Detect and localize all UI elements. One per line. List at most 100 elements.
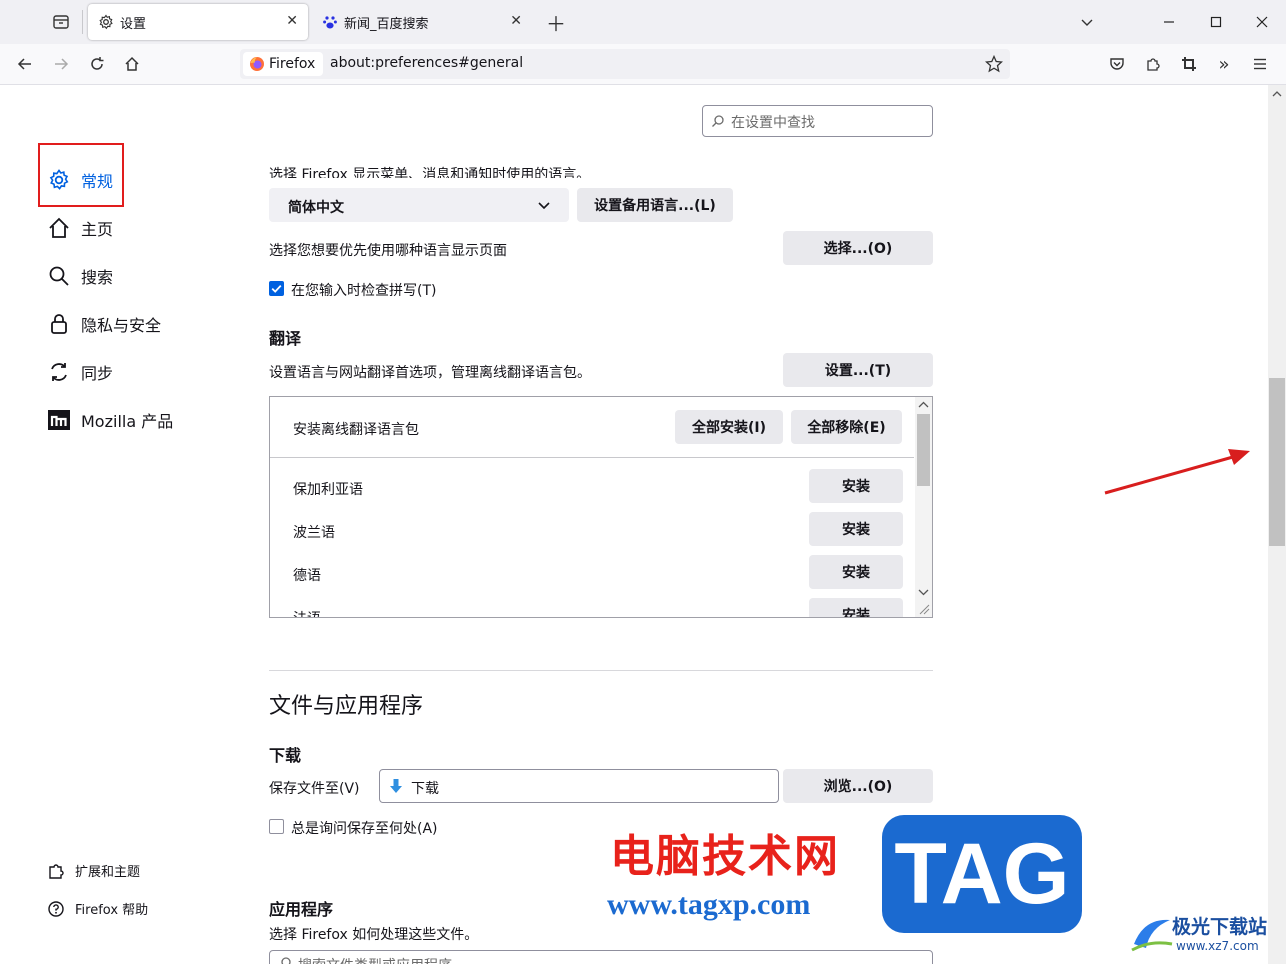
puzzle-icon [49, 863, 64, 879]
category-privacy[interactable]: 隐私与安全 [47, 312, 161, 336]
always-ask-checkbox[interactable] [269, 819, 284, 834]
page-scrollbar[interactable] [1268, 85, 1286, 964]
browse-button[interactable]: 浏览...(O) [783, 769, 933, 803]
identity-label: Firefox [269, 56, 316, 72]
app-menu-hamburger-icon[interactable] [1248, 52, 1272, 76]
remove-all-button[interactable]: 全部移除(E) [791, 410, 902, 444]
maximize-icon[interactable] [1204, 10, 1228, 34]
watermark-site-url: www.xz7.com [1176, 939, 1259, 953]
translate-heading: 翻译 [269, 329, 302, 348]
download-folder-value: 下载 [411, 781, 439, 797]
mozilla-m-icon [48, 410, 70, 430]
applications-search-clip: 搜索文件类型或应用程序 [269, 950, 933, 964]
minimize-icon[interactable] [1157, 10, 1181, 34]
list-item: 法语 安装 [270, 596, 914, 617]
identity-box[interactable]: Firefox [243, 52, 324, 76]
language-select-value: 简体中文 [288, 200, 344, 216]
settings-search-input[interactable]: 在设置中查找 [702, 105, 933, 137]
language-desc-clip: 选择 Firefox 显示菜单、消息和通知时使用的语言。 [269, 160, 933, 178]
overflow-chevrons-icon[interactable]: » [1212, 52, 1236, 76]
bookmark-star-icon[interactable] [982, 52, 1006, 76]
download-arrow-icon [390, 779, 402, 793]
watermark-site-name: 极光下载站 [1172, 916, 1268, 938]
close-tab-icon[interactable]: ✕ [510, 13, 522, 29]
search-icon [49, 266, 69, 286]
firefox-view-icon[interactable] [49, 10, 73, 34]
install-language-button[interactable]: 安装 [809, 555, 903, 589]
category-label: 隐私与安全 [81, 316, 162, 335]
tab-strip: 设置 ✕ 新闻_百度搜索 ✕ ＋ [0, 0, 1286, 44]
spellcheck-label: 在您输入时检查拼写(T) [291, 283, 437, 299]
scroll-up-icon[interactable] [915, 398, 932, 412]
search-icon [712, 115, 724, 127]
url-bar[interactable]: Firefox about:preferences#general [240, 49, 1010, 79]
search-icon [281, 957, 291, 964]
download-folder-field[interactable]: 下载 [379, 769, 779, 803]
footer-label: 扩展和主题 [75, 865, 141, 880]
language-name: 德语 [293, 568, 321, 584]
language-name: 保加利亚语 [293, 482, 363, 498]
list-item: 保加利亚语 安装 [270, 467, 914, 503]
forward-arrow-icon[interactable] [49, 52, 73, 76]
install-language-button[interactable]: 安装 [809, 512, 903, 546]
footer-addons[interactable]: 扩展和主题 [47, 861, 140, 880]
category-label: 常规 [81, 172, 114, 191]
search-placeholder: 在设置中查找 [731, 115, 815, 131]
spellcheck-checkbox[interactable] [269, 281, 284, 296]
list-scroll-thumb[interactable] [917, 414, 930, 486]
category-sync[interactable]: 同步 [47, 360, 113, 384]
back-arrow-icon[interactable] [13, 52, 37, 76]
annotation-arrow [1104, 449, 1250, 495]
home-icon[interactable] [120, 52, 144, 76]
pocket-icon[interactable] [1105, 52, 1129, 76]
category-label: 搜索 [81, 268, 114, 287]
install-language-button[interactable]: 安装 [809, 598, 903, 617]
page-scroll-thumb[interactable] [1269, 378, 1285, 546]
category-home[interactable]: 主页 [47, 216, 113, 240]
offline-box-title: 安装离线翻译语言包 [293, 422, 419, 438]
language-name: 法语 [293, 608, 321, 617]
chevron-down-icon [538, 202, 550, 210]
language-desc: 选择 Firefox 显示菜单、消息和通知时使用的语言。 [269, 167, 591, 178]
resize-grip-icon[interactable] [918, 603, 930, 615]
lock-icon [51, 314, 67, 334]
translate-settings-button[interactable]: 设置...(T) [783, 353, 933, 387]
install-language-button[interactable]: 安装 [809, 469, 903, 503]
gear-icon [49, 169, 69, 190]
alt-languages-button[interactable]: 设置备用语言...(L) [577, 188, 733, 222]
category-mozilla-products[interactable]: Mozilla 产品 [47, 408, 173, 432]
scroll-up-icon[interactable] [1268, 87, 1286, 101]
navigation-toolbar: Firefox about:preferences#general » [0, 44, 1286, 85]
close-window-icon[interactable] [1250, 10, 1274, 34]
offline-language-box: 安装离线翻译语言包 全部安装(I) 全部移除(E) 保加利亚语 安装 波兰语 安… [269, 396, 933, 618]
gear-icon [99, 14, 113, 30]
scroll-down-icon[interactable] [915, 585, 932, 599]
help-icon [48, 900, 64, 917]
close-tab-icon[interactable]: ✕ [286, 13, 298, 29]
download-heading: 下载 [269, 746, 302, 765]
footer-help[interactable]: Firefox 帮助 [47, 899, 148, 918]
save-to-label: 保存文件至(V) [269, 781, 360, 797]
category-label: 同步 [81, 364, 114, 383]
reload-icon[interactable] [85, 52, 109, 76]
baidu-paw-icon [323, 16, 337, 29]
list-scrollbar[interactable] [915, 397, 932, 617]
tab-settings[interactable]: 设置 ✕ [88, 4, 308, 40]
language-name: 波兰语 [293, 525, 335, 541]
applications-search-input[interactable]: 搜索文件类型或应用程序 [269, 950, 933, 964]
choose-language-button[interactable]: 选择...(O) [783, 231, 933, 265]
extensions-puzzle-icon[interactable] [1141, 52, 1165, 76]
language-select[interactable]: 简体中文 [269, 188, 569, 222]
category-label: Mozilla 产品 [81, 412, 174, 431]
applications-desc: 选择 Firefox 如何处理这些文件。 [269, 927, 479, 943]
always-ask-label: 总是询问保存至何处(A) [291, 821, 438, 837]
url-text[interactable]: about:preferences#general [330, 55, 523, 71]
tab-baidu-news[interactable]: 新闻_百度搜索 ✕ [312, 4, 532, 40]
install-all-button[interactable]: 全部安装(I) [675, 410, 783, 444]
tab-list-chevron-icon[interactable] [1075, 10, 1099, 34]
category-search[interactable]: 搜索 [47, 264, 113, 288]
new-tab-icon[interactable]: ＋ [544, 10, 568, 36]
page-language-label: 选择您想要优先使用哪种语言显示页面 [269, 243, 507, 259]
screenshot-crop-icon[interactable] [1177, 52, 1201, 76]
category-general[interactable]: 常规 [47, 168, 113, 192]
